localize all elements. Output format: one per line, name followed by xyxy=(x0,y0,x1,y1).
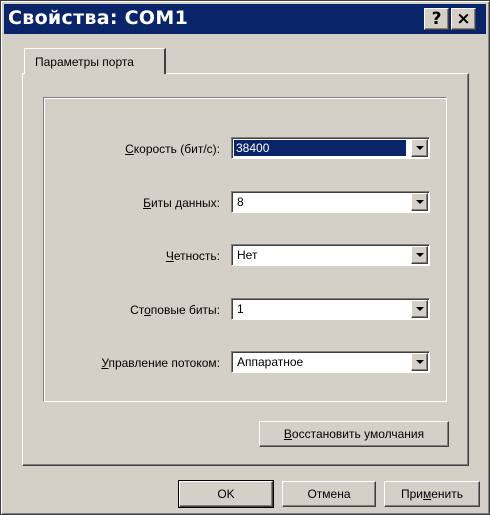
help-icon: ? xyxy=(431,9,442,29)
chevron-down-icon[interactable] xyxy=(411,353,428,371)
close-button[interactable]: × xyxy=(451,8,476,30)
apply-button[interactable]: Применить xyxy=(384,481,480,507)
chevron-down-icon[interactable] xyxy=(411,246,428,264)
flow-control-label: Управление потоком: xyxy=(101,356,220,370)
flow-control-select[interactable]: Аппаратное xyxy=(231,351,430,373)
parity-select[interactable]: Нет xyxy=(231,244,430,266)
help-button[interactable]: ? xyxy=(424,8,449,30)
ok-button[interactable]: OK xyxy=(178,480,274,508)
restore-defaults-button[interactable]: Восстановить умолчания xyxy=(259,421,449,447)
speed-label: Скорость (бит/с): xyxy=(125,142,220,156)
chevron-down-icon[interactable] xyxy=(411,300,428,318)
title-bar[interactable]: Свойства: COM1 ? × xyxy=(4,4,486,34)
flow-control-value: Аппаратное xyxy=(237,355,304,369)
data-bits-select[interactable]: 8 xyxy=(231,191,430,213)
cancel-button[interactable]: Отмена xyxy=(282,481,376,507)
tab-label: Параметры порта xyxy=(35,55,134,69)
parity-label: Четность: xyxy=(165,249,220,263)
tab-port-settings[interactable]: Параметры порта xyxy=(24,48,166,74)
speed-select[interactable]: 38400 xyxy=(231,137,430,159)
window-title: Свойства: COM1 xyxy=(8,7,189,29)
data-bits-value: 8 xyxy=(237,195,244,209)
chevron-down-icon[interactable] xyxy=(411,193,428,211)
close-icon: × xyxy=(456,9,471,29)
parity-value: Нет xyxy=(237,248,258,262)
chevron-down-icon[interactable] xyxy=(411,139,428,157)
speed-value: 38400 xyxy=(234,140,406,156)
data-bits-label: Биты данных: xyxy=(143,196,220,210)
dialog-window: Свойства: COM1 ? × Параметры порта Скоро… xyxy=(0,0,490,515)
stop-bits-value: 1 xyxy=(237,302,244,316)
stop-bits-label: Стоповые биты: xyxy=(130,303,220,317)
stop-bits-select[interactable]: 1 xyxy=(231,298,430,320)
